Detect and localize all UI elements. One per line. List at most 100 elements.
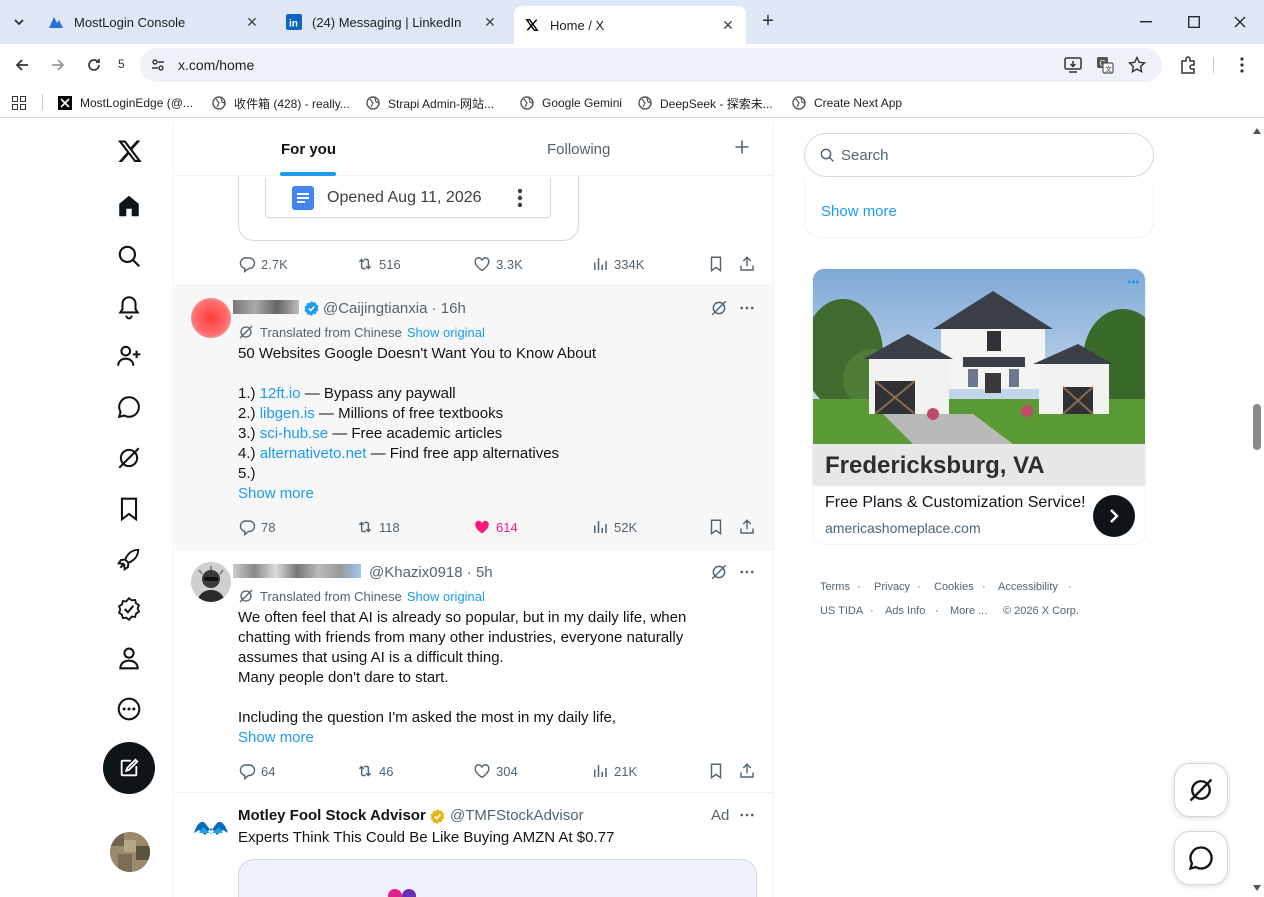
handle-and-time[interactable]: @Caijingtianxia · 16h — [323, 300, 466, 317]
promoted-post[interactable]: Motley Fool Stock Advisor @TMFStockAdvis… — [175, 793, 773, 897]
bookmark-create-next-app[interactable]: Create Next App — [792, 94, 902, 112]
install-app-icon[interactable] — [1064, 56, 1082, 79]
bookmark-inbox[interactable]: 收件箱 (428) - really... — [212, 94, 350, 112]
add-feed-button[interactable] — [734, 139, 750, 160]
browser-tab-x-home[interactable]: Home / X ✕ — [514, 6, 746, 44]
nav-profile[interactable] — [116, 645, 142, 671]
bookmark-star-icon[interactable] — [1127, 55, 1147, 79]
repost-button[interactable]: 46 — [356, 762, 393, 780]
nav-jobs[interactable] — [116, 546, 142, 572]
tab-for-you[interactable]: For you — [281, 141, 336, 158]
share-button[interactable] — [738, 762, 761, 780]
browser-tab-mostlogin[interactable]: MostLogin Console ✕ — [38, 6, 270, 38]
close-tab-icon[interactable]: ✕ — [720, 17, 736, 33]
close-tab-icon[interactable]: ✕ — [244, 14, 260, 30]
tab-following[interactable]: Following — [547, 141, 610, 158]
views-button[interactable]: 334K — [591, 255, 644, 273]
link-12ft[interactable]: 12ft.io — [260, 385, 301, 402]
bookmark-deepseek[interactable]: DeepSeek - 探索未... — [638, 94, 773, 112]
maximize-button[interactable] — [1182, 10, 1206, 34]
nav-home[interactable] — [116, 193, 142, 219]
link-alternativeto[interactable]: alternativeto.net — [260, 445, 367, 462]
site-info-icon[interactable] — [150, 57, 166, 78]
more-options-button[interactable] — [738, 563, 756, 586]
x-home-logo[interactable] — [116, 137, 144, 165]
feed-post[interactable]: @Khazix0918 · 5h Translated from Chinese… — [175, 550, 773, 793]
search-input[interactable]: Search — [804, 133, 1154, 177]
views-button[interactable]: 52K — [591, 518, 637, 536]
translate-icon[interactable]: G文 — [1096, 56, 1114, 79]
apps-grid-button[interactable] — [12, 94, 26, 112]
like-button[interactable]: 3.3K — [473, 255, 523, 273]
show-more-link[interactable]: Show more — [238, 484, 314, 504]
like-button[interactable]: 614 — [473, 518, 518, 536]
share-button[interactable] — [738, 518, 761, 536]
bookmark-button[interactable] — [707, 762, 730, 780]
close-window-button[interactable] — [1228, 10, 1252, 34]
grok-floating-button[interactable] — [1174, 763, 1228, 817]
footer-link-ads-info[interactable]: Ads Info — [885, 605, 925, 617]
footer-link-us-tida[interactable]: US TIDA — [820, 605, 863, 617]
show-original-link[interactable]: Show original — [407, 589, 485, 604]
footer-link-accessibility[interactable]: Accessibility — [998, 581, 1058, 593]
advertiser-avatar[interactable] — [191, 805, 231, 845]
ad-media[interactable] — [238, 859, 757, 897]
repost-button[interactable]: 118 — [356, 518, 400, 536]
extension-badge[interactable]: 5 — [118, 57, 125, 71]
page-scrollbar[interactable] — [1250, 123, 1264, 897]
bookmark-mostloginedge[interactable]: MostLoginEdge (@... — [58, 94, 193, 112]
scrollbar-thumb[interactable] — [1253, 404, 1261, 450]
display-name-redacted[interactable] — [233, 564, 361, 578]
share-button[interactable] — [738, 255, 761, 273]
nav-explore[interactable] — [116, 243, 142, 269]
compose-post-button[interactable] — [103, 742, 155, 794]
ad-domain[interactable]: americashomeplace.com — [825, 520, 981, 536]
ad-next-button[interactable] — [1093, 495, 1135, 537]
user-avatar[interactable] — [191, 298, 231, 338]
footer-link-privacy[interactable]: Privacy — [874, 581, 910, 593]
more-options-button[interactable] — [738, 806, 756, 829]
close-tab-icon[interactable]: ✕ — [482, 14, 498, 30]
reply-button[interactable]: 64 — [238, 762, 275, 780]
reply-button[interactable]: 2.7K — [238, 255, 288, 273]
link-sci-hub[interactable]: sci-hub.se — [260, 425, 328, 442]
show-original-link[interactable]: Show original — [407, 325, 485, 340]
ad-more-icon[interactable]: ••• — [1127, 275, 1140, 289]
footer-link-cookies[interactable]: Cookies — [934, 581, 974, 593]
tab-search-menu-button[interactable] — [6, 9, 32, 35]
nav-follow[interactable] — [116, 343, 142, 369]
messages-floating-button[interactable] — [1174, 831, 1228, 885]
advertiser-handle[interactable]: @TMFStockAdvisor — [450, 807, 584, 824]
nav-grok-chat[interactable] — [116, 394, 142, 420]
more-options-button[interactable] — [738, 299, 756, 322]
nav-notifications[interactable] — [116, 294, 142, 320]
reply-button[interactable]: 78 — [238, 518, 275, 536]
link-libgen[interactable]: libgen.is — [260, 405, 315, 422]
nav-bookmarks[interactable] — [116, 496, 142, 522]
user-avatar[interactable] — [191, 562, 231, 602]
display-name-redacted[interactable] — [233, 300, 299, 314]
minimize-button[interactable] — [1134, 10, 1158, 34]
browser-menu-button[interactable] — [1230, 53, 1254, 77]
reload-button[interactable] — [82, 53, 106, 77]
footer-link-terms[interactable]: Terms — [820, 581, 850, 593]
bookmark-gemini[interactable]: Google Gemini — [520, 94, 622, 112]
handle-and-time[interactable]: @Khazix0918 · 5h — [369, 564, 493, 581]
footer-link-more[interactable]: More ... — [950, 605, 987, 617]
account-avatar[interactable] — [110, 832, 150, 872]
new-tab-button[interactable]: + — [758, 11, 778, 32]
address-bar[interactable]: x.com/home G文 — [140, 48, 1162, 82]
back-button[interactable] — [10, 53, 34, 77]
show-more-link[interactable]: Show more — [821, 203, 897, 220]
views-button[interactable]: 21K — [591, 762, 637, 780]
grok-actions-button[interactable] — [710, 299, 728, 322]
browser-tab-linkedin[interactable]: in (24) Messaging | LinkedIn ✕ — [276, 6, 508, 38]
extensions-button[interactable] — [1176, 53, 1200, 77]
bookmark-button[interactable] — [707, 255, 730, 273]
house-ad-image[interactable] — [813, 269, 1146, 444]
advertiser-name[interactable]: Motley Fool Stock Advisor — [238, 807, 426, 824]
feed-post[interactable]: @Caijingtianxia · 16h Translated from Ch… — [175, 286, 773, 550]
bookmark-strapi[interactable]: Strapi Admin-网站... — [366, 94, 494, 112]
repost-button[interactable]: 516 — [356, 255, 401, 273]
grok-actions-button[interactable] — [710, 563, 728, 586]
